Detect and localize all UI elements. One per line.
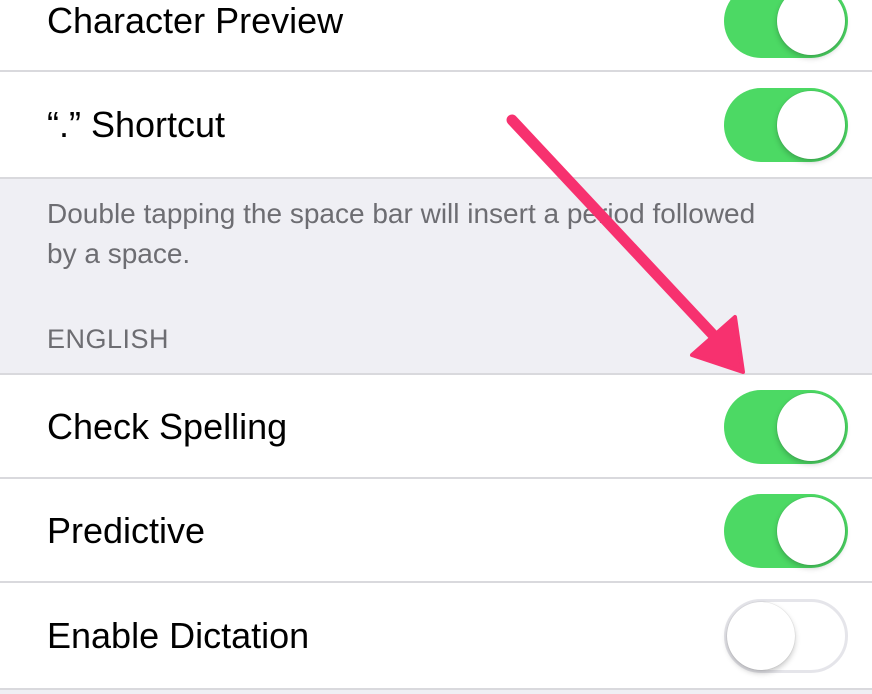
toggle-knob xyxy=(777,497,845,565)
keyboard-settings-screen: Character Preview “.” Shortcut Double ta… xyxy=(0,0,872,694)
group-bottom-border xyxy=(0,177,872,179)
section-header-english: ENGLISH xyxy=(47,324,170,354)
enable-dictation-toggle[interactable] xyxy=(724,598,848,673)
settings-row-check-spelling[interactable]: Check Spelling xyxy=(0,375,872,479)
period-shortcut-toggle[interactable] xyxy=(724,88,848,162)
period-shortcut-label: “.” Shortcut xyxy=(47,104,226,145)
group-bottom-border xyxy=(0,688,872,690)
settings-row-character-preview[interactable]: Character Preview xyxy=(0,0,872,72)
toggle-knob xyxy=(727,601,795,670)
toggle-knob xyxy=(777,393,845,461)
enable-dictation-label: Enable Dictation xyxy=(47,614,310,656)
predictive-toggle[interactable] xyxy=(724,494,848,568)
check-spelling-toggle[interactable] xyxy=(724,390,848,464)
keyboard-options-group: Character Preview “.” Shortcut xyxy=(0,0,872,178)
toggle-knob xyxy=(777,91,845,159)
predictive-label: Predictive xyxy=(47,510,206,551)
period-shortcut-footer: Double tapping the space bar will insert… xyxy=(47,198,756,269)
settings-row-predictive[interactable]: Predictive xyxy=(0,479,872,583)
toggle-knob xyxy=(777,0,845,55)
settings-row-enable-dictation[interactable]: Enable Dictation xyxy=(0,583,872,688)
character-preview-toggle[interactable] xyxy=(724,0,848,58)
english-options-group: Check Spelling Predictive Enable Dictati… xyxy=(0,375,872,688)
arrow-head xyxy=(690,315,745,374)
check-spelling-label: Check Spelling xyxy=(47,406,288,447)
character-preview-label: Character Preview xyxy=(47,0,344,41)
settings-row-period-shortcut[interactable]: “.” Shortcut xyxy=(0,72,872,178)
